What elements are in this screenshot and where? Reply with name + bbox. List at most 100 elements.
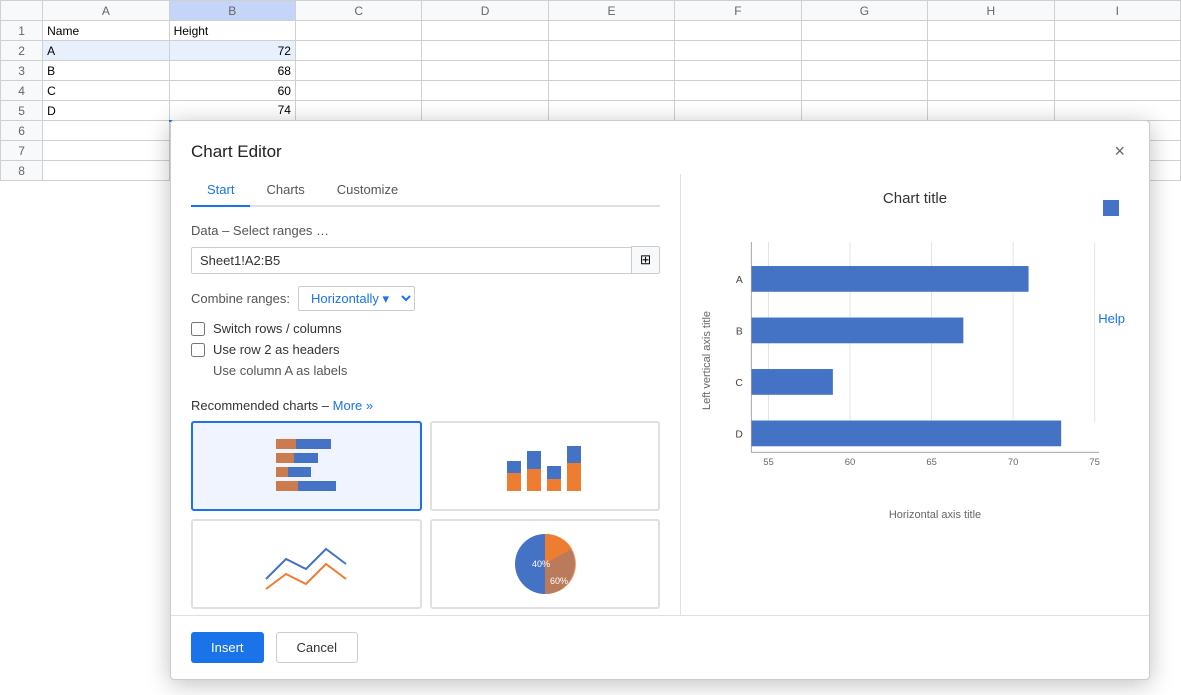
range-input[interactable] <box>191 247 632 274</box>
cell-d5[interactable] <box>422 101 548 121</box>
cell-f2[interactable] <box>675 41 801 61</box>
cell-e1[interactable] <box>548 21 674 41</box>
combine-label: Combine ranges: <box>191 291 290 306</box>
svg-text:55: 55 <box>763 457 774 468</box>
y-axis-label: Left vertical axis title <box>701 215 713 505</box>
cell-d2[interactable] <box>422 41 548 61</box>
col-header-f[interactable]: F <box>675 1 801 21</box>
left-panel: Start Charts Customize Data – Select ran… <box>171 174 681 615</box>
cell-e2[interactable] <box>548 41 674 61</box>
cell-a6[interactable] <box>43 121 169 141</box>
cell-c1[interactable] <box>295 21 421 41</box>
chart-thumbnails: 40% 60% <box>191 421 660 609</box>
cell-e4[interactable] <box>548 81 674 101</box>
cell-f3[interactable] <box>675 61 801 81</box>
cell-h1[interactable] <box>928 21 1054 41</box>
use-row-headers-row[interactable]: Use row 2 as headers <box>191 342 660 357</box>
switch-rows-cols-checkbox[interactable] <box>191 322 205 336</box>
svg-text:60%: 60% <box>550 576 568 586</box>
combine-select[interactable]: Horizontally ▾ <box>298 286 415 311</box>
cell-c3[interactable] <box>295 61 421 81</box>
table-row: 2 A 72 <box>1 41 1181 61</box>
cell-g3[interactable] <box>801 61 927 81</box>
switch-rows-cols-row[interactable]: Switch rows / columns <box>191 321 660 336</box>
table-row: 5 D 74 <box>1 101 1181 121</box>
row-num: 7 <box>1 141 43 161</box>
cell-b3[interactable]: 68 <box>169 61 295 81</box>
pie-chart-thumb[interactable]: 40% 60% <box>430 519 661 609</box>
svg-text:A: A <box>736 275 743 286</box>
cell-d4[interactable] <box>422 81 548 101</box>
cell-d1[interactable] <box>422 21 548 41</box>
cell-h4[interactable] <box>928 81 1054 101</box>
cell-b1[interactable]: Height <box>169 21 295 41</box>
line-chart-thumb[interactable] <box>191 519 422 609</box>
row-num: 1 <box>1 21 43 41</box>
col-header-h[interactable]: H <box>928 1 1054 21</box>
cell-c2[interactable] <box>295 41 421 61</box>
cell-h2[interactable] <box>928 41 1054 61</box>
cell-i2[interactable] <box>1054 41 1180 61</box>
cell-i1[interactable] <box>1054 21 1180 41</box>
use-row-headers-checkbox[interactable] <box>191 343 205 357</box>
cell-h5[interactable] <box>928 101 1054 121</box>
main-chart-svg: A B C D <box>717 215 1129 475</box>
cell-a2[interactable]: A <box>43 41 169 61</box>
pie-chart-svg: 40% 60% <box>510 529 580 599</box>
col-header-d[interactable]: D <box>422 1 548 21</box>
line-chart-svg <box>256 529 356 599</box>
close-button[interactable]: × <box>1110 137 1129 166</box>
tab-customize[interactable]: Customize <box>321 174 414 207</box>
cell-g5[interactable] <box>801 101 927 121</box>
cell-g2[interactable] <box>801 41 927 61</box>
cell-e5[interactable] <box>548 101 674 121</box>
use-row-headers-label: Use row 2 as headers <box>213 342 339 357</box>
chart-content: Left vertical axis title A <box>701 215 1129 505</box>
dash-sep: – <box>322 398 333 413</box>
cell-g4[interactable] <box>801 81 927 101</box>
tab-start[interactable]: Start <box>191 174 250 207</box>
select-ranges-text: – Select ranges … <box>222 223 329 238</box>
cell-g1[interactable] <box>801 21 927 41</box>
grid-select-button[interactable]: ⊞ <box>631 246 660 274</box>
cell-c4[interactable] <box>295 81 421 101</box>
cell-a5[interactable]: D <box>43 101 169 121</box>
column-chart-thumb[interactable] <box>430 421 661 511</box>
col-header-c[interactable]: C <box>295 1 421 21</box>
cell-a4[interactable]: C <box>43 81 169 101</box>
svg-text:40%: 40% <box>532 559 550 569</box>
cell-f5[interactable] <box>675 101 801 121</box>
cell-h3[interactable] <box>928 61 1054 81</box>
cell-b4[interactable]: 60 <box>169 81 295 101</box>
action-buttons: Insert Cancel <box>171 615 1149 679</box>
cell-i3[interactable] <box>1054 61 1180 81</box>
bar-chart-thumb[interactable] <box>191 421 422 511</box>
col-header-b[interactable]: B <box>169 1 295 21</box>
col-header-g[interactable]: G <box>801 1 927 21</box>
modal-body: Start Charts Customize Data – Select ran… <box>171 174 1149 615</box>
col-header-a[interactable]: A <box>43 1 169 21</box>
data-text: Data <box>191 223 218 238</box>
cell-b5[interactable]: 74 <box>169 101 295 121</box>
more-link[interactable]: More » <box>333 398 373 413</box>
modal-header: Chart Editor × <box>171 121 1149 174</box>
cell-a3[interactable]: B <box>43 61 169 81</box>
col-header-i[interactable]: I <box>1054 1 1180 21</box>
modal-title: Chart Editor <box>191 142 282 162</box>
cell-a1[interactable]: Name <box>43 21 169 41</box>
cell-i5[interactable] <box>1054 101 1180 121</box>
switch-rows-cols-label: Switch rows / columns <box>213 321 342 336</box>
tab-charts[interactable]: Charts <box>250 174 320 207</box>
cell-b2[interactable]: 72 <box>169 41 295 61</box>
cell-i4[interactable] <box>1054 81 1180 101</box>
svg-text:D: D <box>735 430 742 441</box>
cell-f1[interactable] <box>675 21 801 41</box>
cell-c5[interactable] <box>295 101 421 121</box>
insert-button[interactable]: Insert <box>191 632 264 663</box>
cancel-button[interactable]: Cancel <box>276 632 358 663</box>
cell-e3[interactable] <box>548 61 674 81</box>
cell-d3[interactable] <box>422 61 548 81</box>
col-header-e[interactable]: E <box>548 1 674 21</box>
svg-text:75: 75 <box>1089 457 1100 468</box>
cell-f4[interactable] <box>675 81 801 101</box>
